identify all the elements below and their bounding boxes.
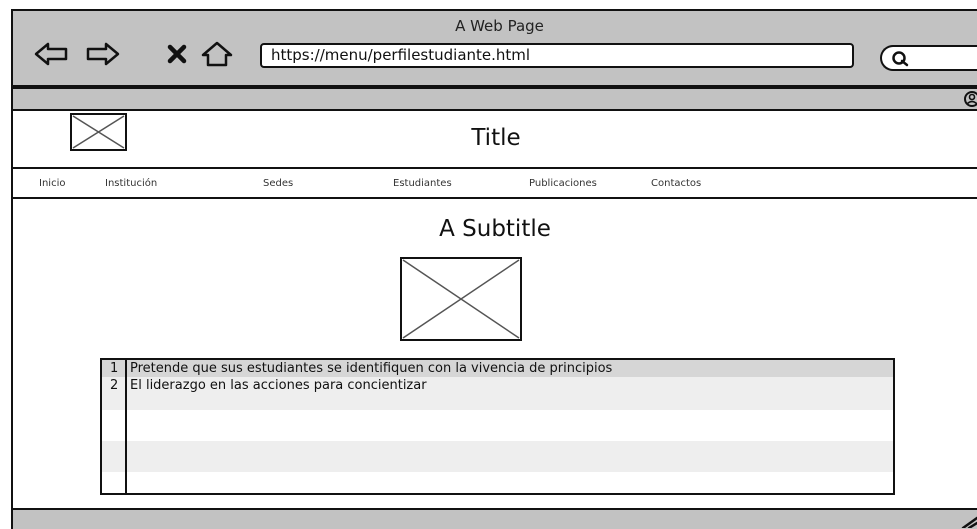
home-icon bbox=[201, 41, 233, 67]
image-placeholder bbox=[400, 257, 522, 341]
back-button[interactable] bbox=[33, 39, 69, 69]
browser-window: A Web Page https://menu/perfilestudiante… bbox=[0, 0, 977, 529]
forward-arrow-icon bbox=[86, 42, 120, 66]
list-item[interactable] bbox=[102, 394, 893, 410]
status-bar bbox=[11, 508, 977, 529]
list-item[interactable] bbox=[102, 472, 893, 493]
nav-menu: Inicio Institución Sedes Estudiantes Pub… bbox=[13, 169, 977, 199]
close-x-icon bbox=[167, 44, 187, 64]
search-box[interactable] bbox=[880, 45, 977, 71]
forward-button[interactable] bbox=[85, 39, 121, 69]
back-arrow-icon bbox=[34, 42, 68, 66]
nav-item-inicio[interactable]: Inicio bbox=[39, 178, 65, 189]
principles-list: 1 Pretende que sus estudiantes se identi… bbox=[100, 358, 895, 495]
nav-item-publicaciones[interactable]: Publicaciones bbox=[529, 178, 597, 189]
list-item-number: 2 bbox=[110, 378, 119, 393]
list-item-text: El liderazgo en las acciones para concie… bbox=[130, 378, 427, 393]
window-title: A Web Page bbox=[455, 17, 544, 35]
page-header: Title bbox=[13, 111, 977, 169]
list-item[interactable] bbox=[102, 410, 893, 441]
nav-item-contactos[interactable]: Contactos bbox=[651, 178, 701, 189]
user-icon[interactable] bbox=[961, 90, 977, 108]
list-item-number: 1 bbox=[110, 361, 119, 376]
home-button[interactable] bbox=[199, 39, 235, 69]
url-input[interactable]: https://menu/perfilestudiante.html bbox=[260, 43, 854, 68]
stop-button[interactable] bbox=[159, 39, 195, 69]
page-subtitle: A Subtitle bbox=[439, 216, 551, 242]
list-item[interactable] bbox=[102, 441, 893, 472]
nav-item-estudiantes[interactable]: Estudiantes bbox=[393, 178, 452, 189]
list-number-divider bbox=[125, 360, 127, 493]
browser-chrome: A Web Page https://menu/perfilestudiante… bbox=[11, 9, 977, 87]
list-item-text: Pretende que sus estudiantes se identifi… bbox=[130, 361, 613, 376]
page-content: Title Inicio Institución Sedes Estudiant… bbox=[11, 111, 977, 508]
resize-icon[interactable] bbox=[959, 512, 977, 528]
nav-item-institucion[interactable]: Institución bbox=[105, 178, 157, 189]
list-item[interactable]: 2 El liderazgo en las acciones para conc… bbox=[102, 377, 893, 394]
toolbar-strip bbox=[11, 87, 977, 111]
nav-item-sedes[interactable]: Sedes bbox=[263, 178, 293, 189]
page-title: Title bbox=[471, 125, 521, 151]
list-item[interactable]: 1 Pretende que sus estudiantes se identi… bbox=[102, 360, 893, 377]
search-icon bbox=[892, 51, 909, 67]
